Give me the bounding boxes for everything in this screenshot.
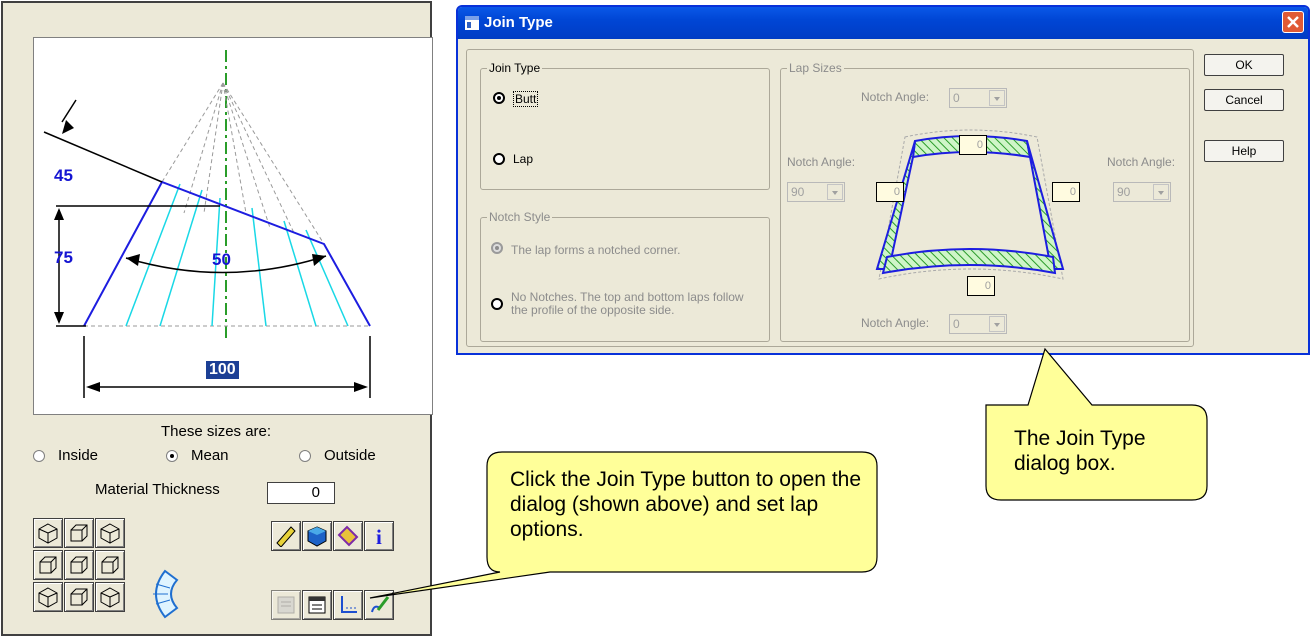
callout-shapes [369, 347, 1208, 599]
dialog-callout: The Join Type dialog box. [1014, 427, 1146, 475]
join-button-callout: Click the Join Type button to open the d… [510, 468, 862, 541]
